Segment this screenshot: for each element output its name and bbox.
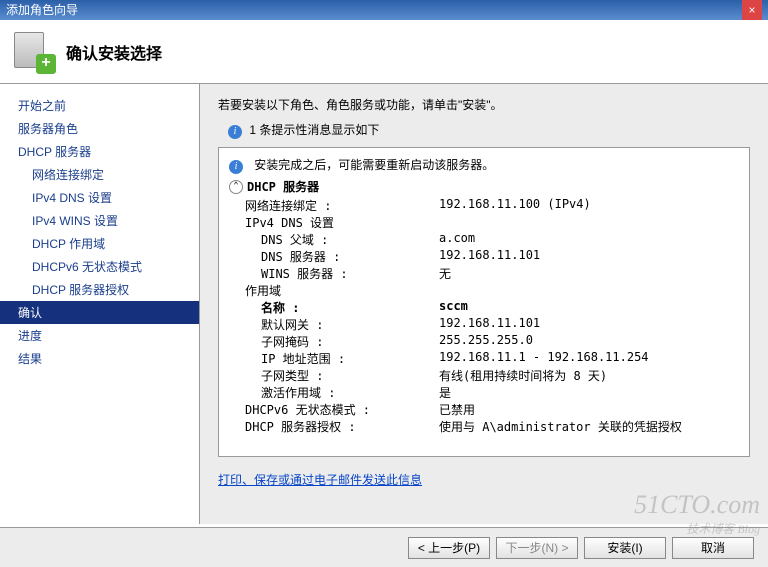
summary-panel: i 安装完成之后，可能需要重新启动该服务器。 ⌃ DHCP 服务器 网络连接绑定…: [218, 147, 750, 457]
wizard-steps-sidebar: 开始之前服务器角色DHCP 服务器网络连接绑定IPv4 DNS 设置IPv4 W…: [0, 84, 200, 524]
summary-row: 子网类型 :有线(租用持续时间将为 8 天): [229, 367, 739, 384]
restart-warning: i 安装完成之后，可能需要重新启动该服务器。: [229, 156, 739, 174]
summary-row: 名称 :sccm: [229, 299, 739, 316]
previous-button[interactable]: < 上一步(P): [408, 537, 490, 559]
next-button: 下一步(N) >: [496, 537, 578, 559]
install-button[interactable]: 安装(I): [584, 537, 666, 559]
info-icon: i: [229, 160, 243, 174]
summary-row: 网络连接绑定 :192.168.11.100 (IPv4): [229, 197, 739, 214]
content-pane: 若要安装以下角色、角色服务或功能，请单击"安装"。 i 1 条提示性消息显示如下…: [200, 84, 768, 524]
summary-row: 子网掩码 :255.255.255.0: [229, 333, 739, 350]
summary-row: DNS 服务器 :192.168.11.101: [229, 248, 739, 265]
nav-step-2[interactable]: DHCP 服务器: [0, 140, 199, 163]
print-save-email-link[interactable]: 打印、保存或通过电子邮件发送此信息: [218, 471, 422, 488]
nav-step-7[interactable]: DHCPv6 无状态模式: [0, 255, 199, 278]
summary-row: DHCP 服务器授权 :使用与 A\administrator 关联的凭据授权: [229, 418, 739, 435]
nav-step-11[interactable]: 结果: [0, 347, 199, 370]
section-header-dhcp[interactable]: ⌃ DHCP 服务器: [229, 178, 739, 195]
nav-step-1[interactable]: 服务器角色: [0, 117, 199, 140]
nav-step-0[interactable]: 开始之前: [0, 94, 199, 117]
wizard-header: + 确认安装选择: [0, 20, 768, 84]
instruction-text: 若要安装以下角色、角色服务或功能，请单击"安装"。: [218, 96, 750, 113]
window-title: 添加角色向导: [6, 0, 78, 20]
nav-step-3[interactable]: 网络连接绑定: [0, 163, 199, 186]
summary-row: 默认网关 :192.168.11.101: [229, 316, 739, 333]
collapse-icon[interactable]: ⌃: [229, 180, 243, 194]
page-title: 确认安装选择: [66, 40, 162, 64]
nav-step-9[interactable]: 确认: [0, 301, 199, 324]
summary-row: 作用域: [229, 282, 739, 299]
summary-row: IP 地址范围 :192.168.11.1 - 192.168.11.254: [229, 350, 739, 367]
nav-step-10[interactable]: 进度: [0, 324, 199, 347]
info-icon: i: [228, 125, 242, 139]
nav-step-5[interactable]: IPv4 WINS 设置: [0, 209, 199, 232]
info-message-count: i 1 条提示性消息显示如下: [228, 121, 750, 139]
nav-step-8[interactable]: DHCP 服务器授权: [0, 278, 199, 301]
nav-step-4[interactable]: IPv4 DNS 设置: [0, 186, 199, 209]
summary-row: 激活作用域 :是: [229, 384, 739, 401]
summary-row: WINS 服务器 :无: [229, 265, 739, 282]
nav-step-6[interactable]: DHCP 作用域: [0, 232, 199, 255]
close-icon[interactable]: ×: [742, 0, 762, 20]
server-role-icon: +: [14, 32, 54, 72]
summary-row: DHCPv6 无状态模式 :已禁用: [229, 401, 739, 418]
summary-row: IPv4 DNS 设置: [229, 214, 739, 231]
summary-row: DNS 父域 :a.com: [229, 231, 739, 248]
window-titlebar: 添加角色向导 ×: [0, 0, 768, 20]
wizard-footer: < 上一步(P) 下一步(N) > 安装(I) 取消: [0, 527, 768, 567]
cancel-button[interactable]: 取消: [672, 537, 754, 559]
